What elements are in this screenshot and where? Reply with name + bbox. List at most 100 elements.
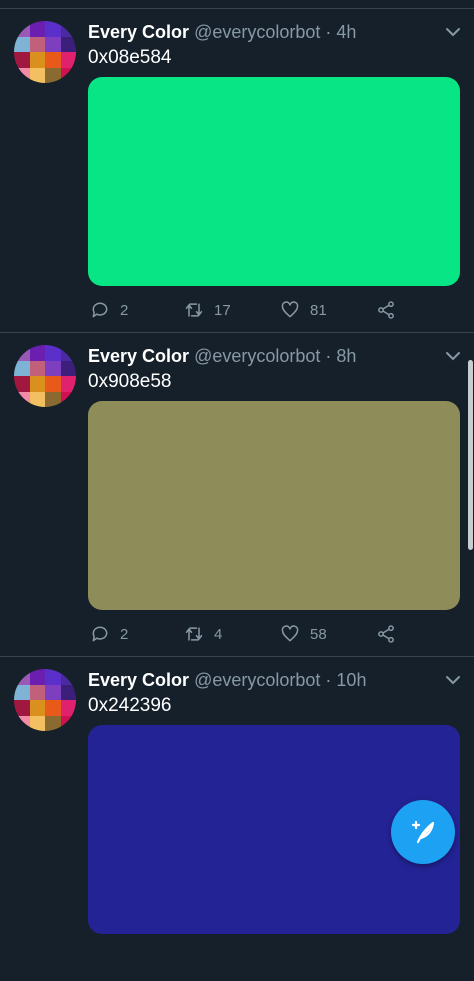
- retweet-button[interactable]: 17: [184, 299, 231, 321]
- share-button[interactable]: [376, 623, 406, 645]
- avatar[interactable]: [14, 669, 76, 731]
- avatar-tile: [60, 669, 76, 685]
- avatar-tile: [60, 21, 76, 37]
- tweet-header: Every Color @everycolorbot · 4h: [88, 21, 356, 43]
- avatar-tile: [14, 669, 30, 685]
- avatar-tile: [14, 67, 30, 83]
- separator-dot: ·: [325, 670, 332, 690]
- avatar-tile: [45, 67, 61, 83]
- avatar-tile: [45, 52, 61, 68]
- avatar-tile: [29, 21, 45, 37]
- scrollbar[interactable]: [468, 360, 473, 550]
- chevron-down-icon[interactable]: [444, 673, 462, 687]
- display-name[interactable]: Every Color: [88, 346, 189, 366]
- retweet-count: 4: [214, 625, 223, 643]
- tweet-text: 0x242396: [88, 695, 172, 716]
- avatar-tile: [14, 36, 30, 52]
- avatar-tile: [45, 21, 61, 37]
- share-button[interactable]: [376, 299, 406, 321]
- avatar-tile: [29, 376, 45, 392]
- avatar-tile: [60, 700, 76, 716]
- tweet[interactable]: Every Color @everycolorbot · 8h 0x908e58…: [0, 333, 474, 657]
- retweet-icon: [185, 303, 203, 317]
- display-name[interactable]: Every Color: [88, 670, 189, 690]
- avatar-tile: [60, 360, 76, 376]
- tweet-header: Every Color @everycolorbot · 10h: [88, 669, 366, 691]
- chevron-down-icon[interactable]: [444, 349, 462, 363]
- avatar[interactable]: [14, 345, 76, 407]
- avatar-tile: [45, 715, 61, 731]
- timestamp[interactable]: 8h: [336, 346, 356, 366]
- avatar-tile: [45, 36, 61, 52]
- tweet-text: 0x08e584: [88, 47, 172, 68]
- avatar-tile: [14, 700, 30, 716]
- avatar-tile: [14, 391, 30, 407]
- avatar-tile: [60, 391, 76, 407]
- avatar-tile: [29, 345, 45, 361]
- reply-button[interactable]: 2: [90, 623, 128, 645]
- reply-count: 2: [120, 625, 129, 643]
- color-swatch-image[interactable]: [88, 77, 460, 286]
- heart-icon: [281, 625, 299, 642]
- avatar-tile: [29, 36, 45, 52]
- avatar-tile: [29, 360, 45, 376]
- retweet-button[interactable]: 4: [184, 623, 222, 645]
- tweet[interactable]: Every Color @everycolorbot · 4h 0x08e584…: [0, 9, 474, 333]
- avatar-tile: [60, 345, 76, 361]
- tweet-text: 0x908e58: [88, 371, 172, 392]
- avatar-tile: [45, 360, 61, 376]
- avatar-tile: [14, 684, 30, 700]
- user-handle[interactable]: @everycolorbot: [194, 346, 320, 366]
- user-handle[interactable]: @everycolorbot: [194, 22, 320, 42]
- avatar-tile: [14, 345, 30, 361]
- reply-button[interactable]: 2: [90, 299, 128, 321]
- avatar-tile: [60, 715, 76, 731]
- avatar-tile: [14, 360, 30, 376]
- avatar-tile: [45, 376, 61, 392]
- reply-icon: [92, 626, 108, 642]
- avatar-tile: [45, 345, 61, 361]
- compose-tweet-button[interactable]: [391, 800, 455, 864]
- like-count: 81: [310, 301, 327, 319]
- color-swatch-image[interactable]: [88, 401, 460, 610]
- share-icon: [378, 301, 394, 319]
- share-icon: [378, 625, 394, 643]
- avatar-tile: [14, 52, 30, 68]
- separator-dot: ·: [325, 22, 332, 42]
- reply-count: 2: [120, 301, 129, 319]
- action-bar: 2 17 81: [88, 299, 460, 321]
- feather-plus-icon: [411, 820, 435, 844]
- avatar-tile: [29, 52, 45, 68]
- heart-icon: [281, 301, 299, 318]
- avatar-tile: [60, 52, 76, 68]
- timestamp[interactable]: 10h: [336, 670, 366, 690]
- avatar-tile: [29, 700, 45, 716]
- avatar[interactable]: [14, 21, 76, 83]
- avatar-tile: [60, 376, 76, 392]
- user-handle[interactable]: @everycolorbot: [194, 670, 320, 690]
- display-name[interactable]: Every Color: [88, 22, 189, 42]
- timestamp[interactable]: 4h: [336, 22, 356, 42]
- avatar-tile: [29, 715, 45, 731]
- avatar-tile: [45, 391, 61, 407]
- tweet-header: Every Color @everycolorbot · 8h: [88, 345, 356, 367]
- avatar-tile: [14, 715, 30, 731]
- avatar-tile: [29, 684, 45, 700]
- avatar-tile: [14, 376, 30, 392]
- retweet-count: 17: [214, 301, 231, 319]
- avatar-tile: [60, 67, 76, 83]
- avatar-tile: [60, 684, 76, 700]
- reply-icon: [92, 302, 108, 318]
- avatar-tile: [45, 669, 61, 685]
- chevron-down-icon[interactable]: [444, 25, 462, 39]
- like-button[interactable]: 81: [280, 299, 327, 321]
- separator-dot: ·: [325, 346, 332, 366]
- avatar-tile: [29, 669, 45, 685]
- action-bar: 2 4 58: [88, 623, 460, 645]
- retweet-icon: [185, 627, 203, 641]
- avatar-tile: [14, 21, 30, 37]
- like-button[interactable]: 58: [280, 623, 327, 645]
- avatar-tile: [29, 67, 45, 83]
- avatar-tile: [29, 391, 45, 407]
- like-count: 58: [310, 625, 327, 643]
